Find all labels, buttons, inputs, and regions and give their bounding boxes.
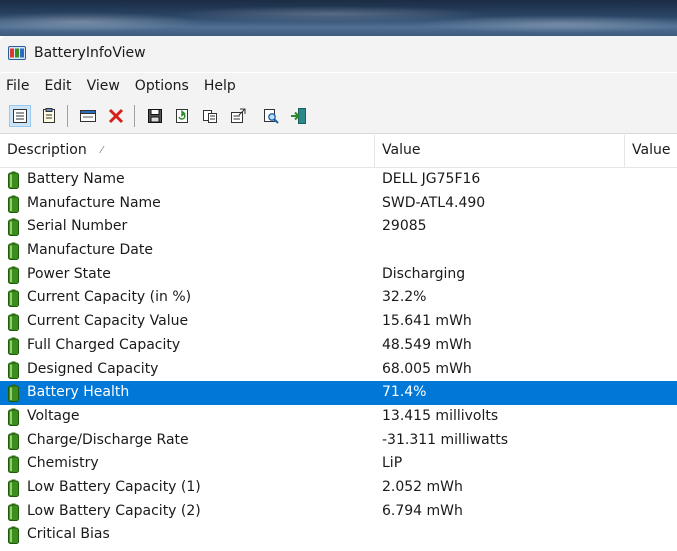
column-value-2[interactable]: Value — [625, 135, 677, 167]
item-value: 71.4% — [382, 384, 427, 401]
properties-icon[interactable] — [227, 105, 249, 127]
item-description: Battery Name — [27, 171, 125, 187]
toolbar-separator — [134, 105, 135, 127]
column-value[interactable]: Value — [375, 135, 625, 167]
item-value: Discharging — [382, 265, 466, 282]
item-description: Power State — [27, 265, 111, 282]
item-value: 15.641 mWh — [382, 313, 472, 330]
list-item[interactable]: Designed Capacity 68.005 mWh — [0, 358, 677, 382]
column-description[interactable]: Description ⁄ — [0, 135, 375, 167]
window-title: BatteryInfoView — [34, 45, 146, 61]
list-item[interactable]: Current Capacity (in %) 32.2% — [0, 286, 677, 310]
battery-icon — [8, 479, 19, 497]
column-value-2-label: Value — [632, 142, 671, 158]
menu-file[interactable]: File — [0, 73, 37, 99]
item-description: Serial Number — [27, 218, 128, 235]
refresh-icon[interactable] — [171, 105, 193, 127]
list-item[interactable]: Manufacture Name SWD-ATL4.490 — [0, 192, 677, 216]
battery-icon — [8, 195, 19, 213]
item-value: DELL JG75F16 — [382, 171, 481, 187]
item-description: Voltage — [27, 407, 80, 424]
list-item[interactable]: Serial Number 29085 — [0, 215, 677, 239]
toolbar-separator — [67, 105, 68, 127]
list-item[interactable]: Battery Health 71.4% — [0, 381, 677, 405]
item-description: Battery Health — [27, 384, 130, 401]
list-item[interactable]: Manufacture Date — [0, 239, 677, 263]
item-value: 29085 — [382, 218, 427, 235]
battery-icon — [8, 242, 19, 261]
item-value: 13.415 millivolts — [382, 407, 499, 424]
battery-icon — [8, 408, 19, 426]
item-description: Low Battery Capacity (2) — [27, 502, 201, 519]
item-value: 6.794 mWh — [382, 502, 463, 519]
html-report-icon[interactable] — [38, 105, 60, 127]
menu-view[interactable]: View — [80, 73, 128, 99]
item-value: 2.052 mWh — [382, 478, 463, 495]
battery-icon — [8, 218, 19, 237]
item-description: Current Capacity (in %) — [27, 289, 192, 306]
item-description: Charge/Discharge Rate — [27, 431, 189, 448]
list-item[interactable]: Low Battery Capacity (2) 6.794 mWh — [0, 500, 677, 524]
item-description: Critical Bias — [27, 526, 110, 543]
column-value-label: Value — [382, 142, 421, 158]
list-item[interactable]: Full Charged Capacity 48.549 mWh — [0, 334, 677, 358]
item-description: Full Charged Capacity — [27, 336, 181, 353]
menu-help[interactable]: Help — [197, 73, 244, 99]
item-description: Chemistry — [27, 455, 99, 472]
delete-icon[interactable] — [105, 105, 127, 127]
list-item[interactable]: Current Capacity Value 15.641 mWh — [0, 310, 677, 334]
battery-icon — [8, 432, 19, 450]
battery-icon — [8, 526, 19, 545]
item-description: Low Battery Capacity (1) — [27, 478, 201, 495]
menu-edit[interactable]: Edit — [37, 73, 79, 99]
desktop-wallpaper — [0, 0, 677, 36]
list-item[interactable]: Voltage 13.415 millivolts — [0, 405, 677, 429]
sort-indicator-icon: ⁄ — [101, 145, 103, 156]
item-description: Manufacture Name — [27, 194, 161, 211]
item-description: Manufacture Date — [27, 242, 153, 259]
computer-icon[interactable] — [77, 105, 99, 127]
list-item[interactable]: Chemistry LiP — [0, 452, 677, 476]
save-icon[interactable] — [144, 105, 166, 127]
battery-icon — [8, 503, 19, 521]
list-item[interactable]: Charge/Discharge Rate -31.311 milliwatts — [0, 429, 677, 453]
battery-icon — [8, 313, 19, 332]
item-value: -31.311 milliwatts — [382, 431, 508, 448]
battery-icon — [8, 337, 19, 355]
item-description: Current Capacity Value — [27, 313, 189, 330]
app-battery-icon — [8, 46, 26, 60]
list-item[interactable]: Battery Name DELL JG75F16 — [0, 168, 677, 192]
battery-icon — [8, 289, 19, 308]
item-value: SWD-ATL4.490 — [382, 194, 486, 211]
exit-icon[interactable] — [288, 105, 310, 127]
properties-list-icon[interactable] — [9, 105, 31, 127]
battery-icon — [8, 266, 19, 284]
battery-icon — [8, 171, 19, 189]
menu-options[interactable]: Options — [128, 73, 197, 99]
column-header: Description ⁄ Value Value — [0, 135, 677, 168]
menu-bar: File Edit View Options Help — [0, 73, 677, 99]
battery-icon — [8, 361, 19, 379]
list-item[interactable]: Critical Bias — [0, 523, 677, 547]
title-bar[interactable]: BatteryInfoView — [0, 36, 677, 72]
item-value: 48.549 mWh — [382, 336, 472, 353]
column-description-label: Description — [7, 142, 87, 158]
battery-info-list: Battery Name DELL JG75F16 Manufacture Name… — [0, 168, 677, 547]
item-value: 32.2% — [382, 289, 427, 306]
list-item[interactable]: Low Battery Capacity (1) 2.052 mWh — [0, 476, 677, 500]
copy-icon[interactable] — [199, 105, 221, 127]
app-window: BatteryInfoView File Edit View Options H… — [0, 36, 677, 551]
battery-icon — [8, 455, 19, 474]
battery-icon — [8, 384, 19, 403]
item-value: 68.005 mWh — [382, 360, 472, 377]
toolbar — [0, 99, 677, 134]
find-icon[interactable] — [260, 105, 282, 127]
list-item[interactable]: Power State Discharging — [0, 263, 677, 287]
item-description: Designed Capacity — [27, 360, 159, 377]
item-value: LiP — [382, 455, 403, 472]
